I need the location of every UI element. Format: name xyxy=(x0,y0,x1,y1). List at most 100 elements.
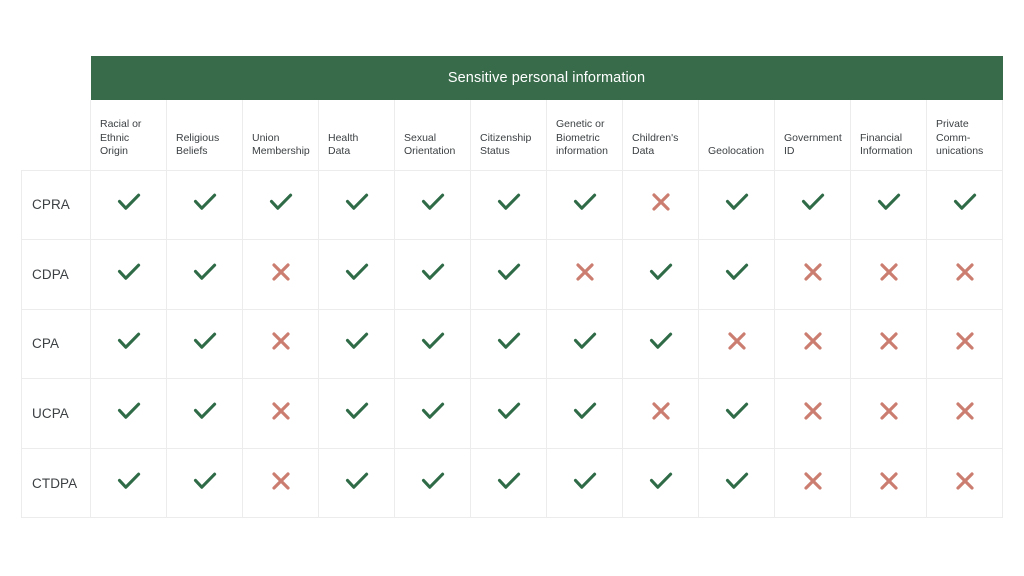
cell-cpa-health-data xyxy=(318,308,395,380)
cell-ctdpa-genetic-or-biometric-information xyxy=(546,447,623,519)
cell-ctdpa-financial-information xyxy=(850,447,927,519)
cell-ctdpa-citizenship-status xyxy=(470,447,547,519)
check-mark-icon xyxy=(190,257,220,287)
cell-cdpa-citizenship-status xyxy=(470,239,547,310)
check-mark-icon xyxy=(798,187,828,217)
check-mark-icon xyxy=(570,326,600,356)
column-header-health-data: Health Data xyxy=(318,100,395,171)
column-header-geolocation: Geolocation xyxy=(698,100,775,171)
cell-cpra-financial-information xyxy=(850,169,927,241)
cell-cdpa-childrens-data xyxy=(622,239,699,310)
cell-ucpa-religious-beliefs xyxy=(166,378,243,449)
cell-cdpa-genetic-or-biometric-information xyxy=(546,239,623,310)
check-mark-icon xyxy=(114,326,144,356)
cross-mark-icon xyxy=(950,326,980,356)
cell-cpa-sexual-orientation xyxy=(394,308,471,380)
cross-mark-icon xyxy=(798,396,828,426)
cross-mark-icon xyxy=(266,466,296,496)
check-mark-icon xyxy=(494,326,524,356)
check-mark-icon xyxy=(646,466,676,496)
cross-mark-icon xyxy=(874,466,904,496)
cross-mark-icon xyxy=(874,396,904,426)
sensitive-personal-information-matrix: Sensitive personal information Racial or… xyxy=(21,56,1003,519)
table-corner-cell xyxy=(21,100,91,170)
banner-title: Sensitive personal information xyxy=(90,56,1003,100)
cell-ctdpa-childrens-data xyxy=(622,447,699,519)
check-mark-icon xyxy=(342,326,372,356)
check-mark-icon xyxy=(190,187,220,217)
table-header: Sensitive personal information Racial or… xyxy=(21,56,1003,171)
cell-ctdpa-racial-or-ethnic-origin xyxy=(90,447,167,519)
comparison-table: Sensitive personal information Racial or… xyxy=(21,56,1003,519)
column-header-union-membership: Union Membership xyxy=(242,100,319,171)
check-mark-icon xyxy=(570,466,600,496)
table-row: CPRA xyxy=(21,169,1003,241)
cell-cpa-financial-information xyxy=(850,308,927,380)
check-mark-icon xyxy=(418,187,448,217)
check-mark-icon xyxy=(494,396,524,426)
check-mark-icon xyxy=(494,257,524,287)
check-mark-icon xyxy=(342,396,372,426)
column-header-row: Racial or Ethnic Origin Religious Beliefs… xyxy=(21,100,1003,171)
cell-cpra-childrens-data xyxy=(622,169,699,241)
check-mark-icon xyxy=(570,187,600,217)
cell-cdpa-health-data xyxy=(318,239,395,310)
column-header-financial-information: Financial Information xyxy=(850,100,927,171)
row-label-ucpa: UCPA xyxy=(21,378,91,449)
row-label-ctdpa: CTDPA xyxy=(21,447,91,519)
cell-ctdpa-religious-beliefs xyxy=(166,447,243,519)
check-mark-icon xyxy=(114,257,144,287)
cell-cdpa-sexual-orientation xyxy=(394,239,471,310)
cell-cpra-genetic-or-biometric-information xyxy=(546,169,623,241)
cross-mark-icon xyxy=(798,257,828,287)
cell-cdpa-religious-beliefs xyxy=(166,239,243,310)
cell-cpa-childrens-data xyxy=(622,308,699,380)
check-mark-icon xyxy=(342,466,372,496)
check-mark-icon xyxy=(418,396,448,426)
column-header-private-communications: Private Comm- unications xyxy=(926,100,1003,171)
check-mark-icon xyxy=(342,187,372,217)
table-body: CPRA CDPA CPA UCPA CTDPA xyxy=(21,169,1003,519)
table-row: CDPA xyxy=(21,239,1003,310)
cell-ucpa-private-communications xyxy=(926,378,1003,449)
column-header-genetic-or-biometric-information: Genetic or Biometric information xyxy=(546,100,623,171)
cross-mark-icon xyxy=(646,187,676,217)
column-header-government-id: Government ID xyxy=(774,100,851,171)
cell-cpra-racial-or-ethnic-origin xyxy=(90,169,167,241)
cell-cpa-union-membership xyxy=(242,308,319,380)
cross-mark-icon xyxy=(266,396,296,426)
banner-row: Sensitive personal information xyxy=(21,56,1003,100)
check-mark-icon xyxy=(646,326,676,356)
check-mark-icon xyxy=(722,187,752,217)
cell-cdpa-private-communications xyxy=(926,239,1003,310)
check-mark-icon xyxy=(114,466,144,496)
column-header-religious-beliefs: Religious Beliefs xyxy=(166,100,243,171)
cell-ucpa-racial-or-ethnic-origin xyxy=(90,378,167,449)
cell-ctdpa-sexual-orientation xyxy=(394,447,471,519)
cell-ctdpa-health-data xyxy=(318,447,395,519)
cell-cpa-government-id xyxy=(774,308,851,380)
cell-cdpa-financial-information xyxy=(850,239,927,310)
check-mark-icon xyxy=(190,466,220,496)
cell-ucpa-union-membership xyxy=(242,378,319,449)
cell-cpa-citizenship-status xyxy=(470,308,547,380)
cell-ucpa-geolocation xyxy=(698,378,775,449)
cell-cpra-sexual-orientation xyxy=(394,169,471,241)
cross-mark-icon xyxy=(646,396,676,426)
cell-cpa-private-communications xyxy=(926,308,1003,380)
cell-cdpa-racial-or-ethnic-origin xyxy=(90,239,167,310)
cross-mark-icon xyxy=(722,326,752,356)
check-mark-icon xyxy=(494,466,524,496)
cross-mark-icon xyxy=(950,396,980,426)
cross-mark-icon xyxy=(874,326,904,356)
cell-cpa-racial-or-ethnic-origin xyxy=(90,308,167,380)
row-label-cdpa: CDPA xyxy=(21,239,91,310)
cell-cpa-genetic-or-biometric-information xyxy=(546,308,623,380)
cell-ucpa-genetic-or-biometric-information xyxy=(546,378,623,449)
cross-mark-icon xyxy=(874,257,904,287)
column-header-racial-or-ethnic-origin: Racial or Ethnic Origin xyxy=(90,100,167,171)
page-root: Sensitive personal information Racial or… xyxy=(0,0,1024,576)
cell-cpra-private-communications xyxy=(926,169,1003,241)
check-mark-icon xyxy=(190,326,220,356)
banner-spacer xyxy=(21,56,91,100)
